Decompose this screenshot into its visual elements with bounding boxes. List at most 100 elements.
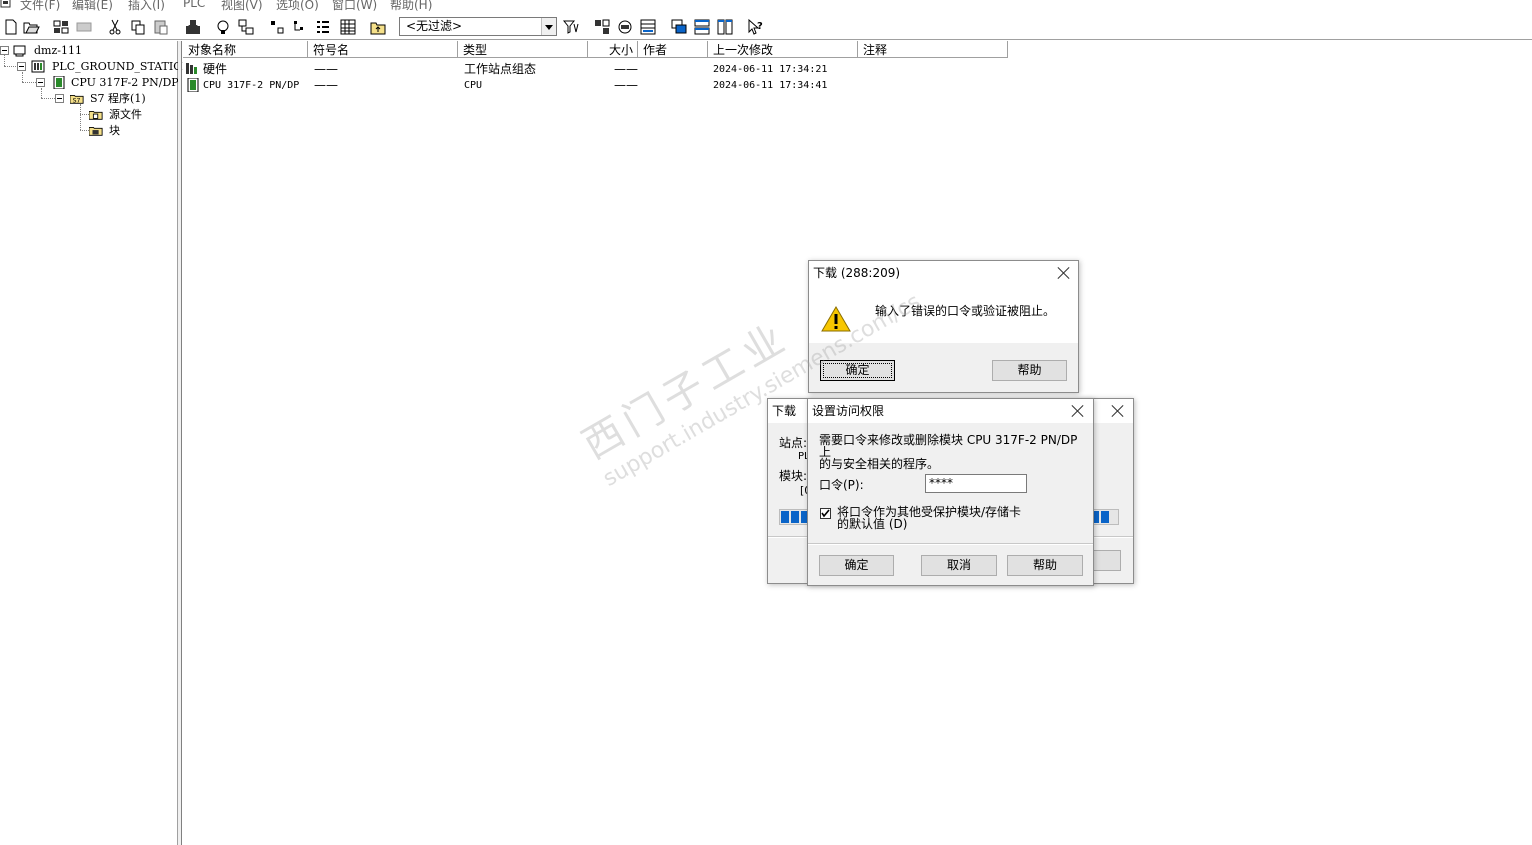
cut-icon[interactable] bbox=[106, 18, 124, 36]
tree-cpu[interactable]: CPU 317F-2 PN/DP bbox=[71, 76, 179, 90]
blocks-folder-icon bbox=[89, 127, 103, 136]
cascade-windows-icon[interactable] bbox=[670, 18, 688, 36]
access-help-button[interactable]: 帮助 bbox=[1007, 555, 1083, 576]
toolbar-separator bbox=[740, 17, 741, 37]
filter-value: <无过滤> bbox=[406, 19, 463, 33]
checkbox-label-line2: 的默认值 (D) bbox=[837, 517, 908, 531]
row-size: —— bbox=[614, 62, 638, 76]
hardware-config-icon[interactable] bbox=[639, 18, 657, 36]
collapse-toggle[interactable] bbox=[55, 94, 64, 103]
tree-program[interactable]: S7 程序(1) bbox=[90, 92, 146, 106]
menu-view[interactable]: 视图(V) bbox=[221, 0, 263, 12]
menu-edit[interactable]: 编辑(E) bbox=[72, 0, 113, 12]
toolbar: <无过滤> ? bbox=[0, 14, 1532, 40]
row-name: 硬件 bbox=[203, 62, 228, 76]
open-icon[interactable] bbox=[22, 18, 40, 36]
column-header-name[interactable]: 对象名称 bbox=[183, 41, 308, 58]
toolbar-separator bbox=[207, 17, 208, 37]
error-dialog: 下载 (288:209) 输入了错误的口令或验证被阻止。 确定 帮助 bbox=[808, 260, 1079, 393]
row-symbol: —— bbox=[314, 78, 338, 92]
warning-icon bbox=[821, 306, 851, 332]
collapse-toggle[interactable] bbox=[36, 78, 45, 87]
column-header-author[interactable]: 作者 bbox=[638, 41, 708, 58]
large-icons-icon[interactable] bbox=[268, 18, 286, 36]
column-header-size[interactable]: 大小 bbox=[588, 41, 638, 58]
new-icon[interactable] bbox=[2, 18, 20, 36]
source-folder-icon bbox=[89, 111, 103, 120]
cpu-icon bbox=[53, 76, 65, 89]
row-modified: 2024-06-11 17:34:21 bbox=[713, 64, 828, 75]
station-label: 站点: bbox=[779, 436, 808, 450]
access-message-line1: 需要口令来修改或删除模块 CPU 317F-2 PN/DP 上 bbox=[819, 433, 1078, 459]
project-icon bbox=[13, 45, 26, 57]
list-view-icon[interactable] bbox=[314, 18, 332, 36]
collapse-toggle[interactable] bbox=[0, 46, 9, 55]
password-field[interactable]: **** bbox=[925, 474, 1027, 493]
row-size: —— bbox=[614, 78, 638, 92]
tree-blocks[interactable]: 块 bbox=[109, 124, 120, 138]
close-icon[interactable] bbox=[1057, 266, 1071, 280]
tile-horizontal-icon[interactable] bbox=[693, 18, 711, 36]
small-icons-icon[interactable] bbox=[291, 18, 309, 36]
error-ok-button[interactable]: 确定 bbox=[820, 360, 895, 381]
menu-window[interactable]: 窗口(W) bbox=[332, 0, 377, 12]
toolbar-separator bbox=[99, 17, 100, 37]
up-one-level-icon[interactable] bbox=[369, 18, 387, 36]
error-dialog-titlebar: 下载 (288:209) bbox=[809, 261, 1078, 285]
focus-rect bbox=[823, 363, 892, 378]
column-header-symbol[interactable]: 符号名 bbox=[308, 41, 458, 58]
column-header-comment[interactable]: 注释 bbox=[858, 41, 1008, 58]
default-password-checkbox[interactable] bbox=[820, 508, 831, 519]
menu-insert[interactable]: 插入(I) bbox=[128, 0, 165, 12]
paste-icon[interactable] bbox=[152, 18, 170, 36]
memory-card-icon[interactable] bbox=[75, 18, 93, 36]
collapse-toggle[interactable] bbox=[17, 62, 26, 71]
accessible-nodes-icon[interactable] bbox=[52, 18, 70, 36]
access-dialog-title: 设置访问权限 bbox=[812, 404, 885, 418]
menu-options[interactable]: 选项(O) bbox=[276, 0, 319, 12]
toolbar-separator bbox=[392, 17, 393, 37]
column-header-modified[interactable]: 上一次修改 bbox=[708, 41, 858, 58]
filter-combo[interactable]: <无过滤> bbox=[399, 17, 557, 36]
menu-file[interactable]: 文件(F) bbox=[20, 0, 60, 12]
access-cancel-button[interactable]: 取消 bbox=[921, 555, 997, 576]
menu-plc[interactable]: PLC bbox=[183, 0, 205, 10]
error-message: 输入了错误的口令或验证被阻止。 bbox=[875, 304, 1056, 318]
details-view-icon[interactable] bbox=[339, 18, 357, 36]
simatic-manager-icon[interactable] bbox=[593, 18, 611, 36]
pane-splitter[interactable] bbox=[178, 41, 182, 845]
context-help-icon[interactable]: ? bbox=[746, 18, 764, 36]
tile-vertical-icon[interactable] bbox=[716, 18, 734, 36]
simatic-app-icon[interactable] bbox=[0, 0, 12, 9]
tree-sources[interactable]: 源文件 bbox=[109, 108, 142, 122]
configure-network-icon[interactable] bbox=[616, 18, 634, 36]
download-dialog-title: 下载 bbox=[772, 404, 797, 418]
access-dialog-titlebar: 设置访问权限 bbox=[808, 399, 1093, 423]
station-icon bbox=[31, 60, 45, 73]
chevron-down-icon[interactable] bbox=[541, 18, 556, 35]
online-icon[interactable] bbox=[214, 18, 232, 36]
menu-help[interactable]: 帮助(H) bbox=[390, 0, 432, 12]
module-label: 模块: bbox=[779, 469, 808, 483]
copy-icon[interactable] bbox=[129, 18, 147, 36]
default-password-label: 将口令作为其他受保护模块/存储卡 的默认值 (D) bbox=[837, 506, 1021, 530]
password-label: 口令(P): bbox=[819, 478, 864, 492]
close-icon[interactable] bbox=[1111, 404, 1125, 418]
filter-icon[interactable] bbox=[562, 18, 580, 36]
tree-project[interactable]: dmz-111 bbox=[34, 44, 82, 58]
toolbar-separator bbox=[176, 17, 177, 37]
access-ok-button[interactable]: 确定 bbox=[819, 555, 894, 576]
toolbar-separator bbox=[663, 17, 664, 37]
s7-program-icon: S7 bbox=[70, 95, 84, 104]
project-tree: dmz-111 PLC_GROUND_STATION CPU 317F-2 PN… bbox=[0, 41, 192, 845]
menu-bar: 文件(F) 编辑(E) 插入(I) PLC 视图(V) 选项(O) 窗口(W) … bbox=[0, 0, 1532, 12]
column-header-type[interactable]: 类型 bbox=[458, 41, 588, 58]
toolbar-separator bbox=[586, 17, 587, 37]
download-icon[interactable] bbox=[184, 18, 202, 36]
close-icon[interactable] bbox=[1071, 404, 1085, 418]
offline-icon[interactable] bbox=[237, 18, 255, 36]
error-help-button[interactable]: 帮助 bbox=[992, 360, 1067, 381]
checkmark-icon bbox=[821, 509, 830, 518]
tree-station[interactable]: PLC_GROUND_STATION bbox=[52, 60, 192, 74]
toolbar-separator bbox=[45, 17, 46, 37]
